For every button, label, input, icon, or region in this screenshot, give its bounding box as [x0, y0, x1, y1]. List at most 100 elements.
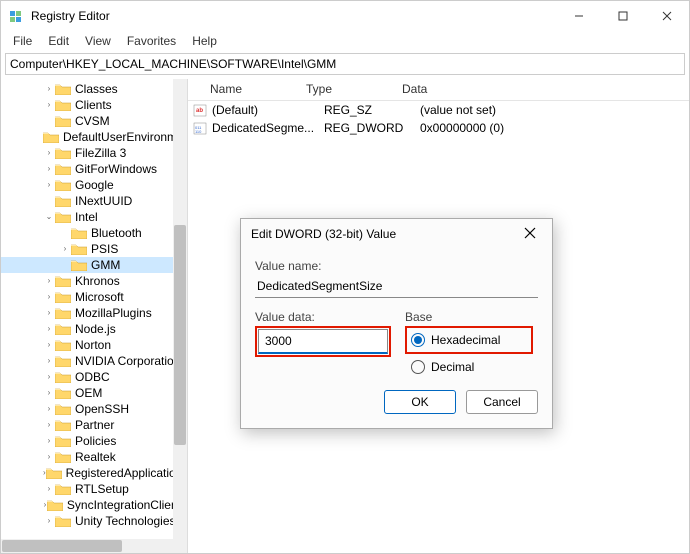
radio-hexadecimal[interactable]: Hexadecimal — [411, 331, 527, 349]
tree-node[interactable]: ›Google — [1, 177, 187, 193]
menu-favorites[interactable]: Favorites — [121, 32, 182, 50]
tree-vertical-scrollbar[interactable] — [173, 79, 187, 553]
folder-icon — [71, 259, 87, 271]
tree-node[interactable]: ›GitForWindows — [1, 161, 187, 177]
tree-node[interactable]: INextUUID — [1, 193, 187, 209]
radio-circle-icon — [411, 360, 425, 374]
chevron-right-icon[interactable]: › — [43, 273, 55, 289]
chevron-right-icon[interactable]: › — [43, 305, 55, 321]
scrollbar-thumb[interactable] — [174, 225, 186, 445]
chevron-right-icon[interactable]: › — [43, 513, 55, 529]
chevron-right-icon[interactable]: › — [43, 369, 55, 385]
folder-icon — [55, 195, 71, 207]
tree-node[interactable]: › Realtek — [1, 449, 187, 465]
tree-node-label: OEM — [75, 385, 102, 401]
tree-node[interactable]: › RTLSetup — [1, 481, 187, 497]
tree-node[interactable]: ⌄ Intel — [1, 209, 187, 225]
list-row[interactable]: ab(Default)REG_SZ(value not set) — [188, 101, 689, 119]
tree-node[interactable]: ›MozillaPlugins — [1, 305, 187, 321]
tree-node[interactable]: CVSM — [1, 113, 187, 129]
folder-icon — [55, 419, 71, 431]
tree-node-label: Norton — [75, 337, 111, 353]
tree-node[interactable]: › Policies — [1, 433, 187, 449]
tree-node-label: Realtek — [75, 449, 116, 465]
tree-pane[interactable]: › Classes›ClientsCVSMDefaultUserEnvironme… — [1, 79, 188, 553]
folder-icon — [43, 131, 59, 143]
cancel-button[interactable]: Cancel — [466, 390, 538, 414]
chevron-right-icon[interactable]: › — [43, 97, 55, 113]
tree-node[interactable]: ›NVIDIA Corporation — [1, 353, 187, 369]
chevron-right-icon[interactable]: › — [43, 353, 55, 369]
folder-icon — [55, 211, 71, 223]
tree-node[interactable]: ›SyncIntegrationClients — [1, 497, 187, 513]
menu-edit[interactable]: Edit — [42, 32, 75, 50]
chevron-right-icon[interactable]: › — [43, 417, 55, 433]
tree-node[interactable]: ›ODBC — [1, 369, 187, 385]
chevron-right-icon[interactable]: › — [43, 145, 55, 161]
svg-text:ab: ab — [196, 108, 203, 114]
chevron-right-icon[interactable]: › — [43, 161, 55, 177]
close-button[interactable] — [645, 1, 689, 31]
tree-node[interactable]: DefaultUserEnvironment — [1, 129, 187, 145]
tree-node-label: DefaultUserEnvironment — [63, 129, 188, 145]
radio-decimal[interactable]: Decimal — [405, 358, 533, 376]
list-row[interactable]: 011110DedicatedSegme...REG_DWORD0x000000… — [188, 119, 689, 137]
folder-icon — [55, 435, 71, 447]
minimize-button[interactable] — [557, 1, 601, 31]
tree-node[interactable]: › PSIS — [1, 241, 187, 257]
tree-node-label: Intel — [75, 209, 98, 225]
maximize-button[interactable] — [601, 1, 645, 31]
chevron-right-icon[interactable]: › — [43, 433, 55, 449]
tree-node-label: Classes — [75, 81, 118, 97]
tree-node[interactable]: ›Node.js — [1, 321, 187, 337]
tree-node[interactable]: ›Microsoft — [1, 289, 187, 305]
tree-node[interactable]: ›Partner — [1, 417, 187, 433]
chevron-right-icon[interactable]: › — [59, 241, 71, 257]
chevron-right-icon[interactable]: › — [43, 289, 55, 305]
tree-node[interactable]: Bluetooth — [1, 225, 187, 241]
folder-icon — [55, 451, 71, 463]
tree-node-label: Policies — [75, 433, 116, 449]
column-data[interactable]: Data — [396, 79, 689, 100]
tree-node[interactable]: ›Clients — [1, 97, 187, 113]
menu-help[interactable]: Help — [186, 32, 223, 50]
tree-node[interactable]: › OEM — [1, 385, 187, 401]
titlebar: Registry Editor — [1, 1, 689, 31]
cell-data: (value not set) — [420, 103, 689, 117]
menu-file[interactable]: File — [7, 32, 38, 50]
tree-node[interactable]: › Classes — [1, 81, 187, 97]
chevron-right-icon[interactable]: › — [43, 337, 55, 353]
tree-node[interactable]: ›RegisteredApplications — [1, 465, 187, 481]
tree-node[interactable]: › Norton — [1, 337, 187, 353]
scrollbar-thumb[interactable] — [2, 540, 122, 552]
column-name[interactable]: Name — [188, 79, 300, 100]
address-bar[interactable]: Computer\HKEY_LOCAL_MACHINE\SOFTWARE\Int… — [5, 53, 685, 75]
tree-node[interactable]: ›Khronos — [1, 273, 187, 289]
value-data-input[interactable] — [258, 329, 388, 354]
menu-view[interactable]: View — [79, 32, 117, 50]
folder-icon — [55, 275, 71, 287]
chevron-right-icon[interactable]: › — [43, 449, 55, 465]
tree-node-label: PSIS — [91, 241, 118, 257]
column-type[interactable]: Type — [300, 79, 396, 100]
chevron-right-icon[interactable]: › — [43, 177, 55, 193]
dialog-close-button[interactable] — [518, 226, 542, 242]
value-name-label: Value name: — [255, 259, 538, 273]
tree-node-label: RTLSetup — [75, 481, 129, 497]
chevron-right-icon[interactable]: › — [43, 81, 55, 97]
tree-node[interactable]: ›FileZilla 3 — [1, 145, 187, 161]
ok-button[interactable]: OK — [384, 390, 456, 414]
tree-node-label: Unity Technologies — [75, 513, 176, 529]
chevron-down-icon[interactable]: ⌄ — [43, 209, 55, 225]
tree-node[interactable]: › Unity Technologies — [1, 513, 187, 529]
chevron-right-icon[interactable]: › — [43, 385, 55, 401]
chevron-right-icon[interactable]: › — [43, 401, 55, 417]
folder-icon — [46, 467, 62, 479]
tree-horizontal-scrollbar[interactable] — [1, 539, 173, 553]
chevron-right-icon[interactable]: › — [43, 321, 55, 337]
folder-icon — [55, 371, 71, 383]
tree-node[interactable]: GMM — [1, 257, 187, 273]
folder-icon — [71, 243, 87, 255]
tree-node[interactable]: ›OpenSSH — [1, 401, 187, 417]
chevron-right-icon[interactable]: › — [43, 481, 55, 497]
